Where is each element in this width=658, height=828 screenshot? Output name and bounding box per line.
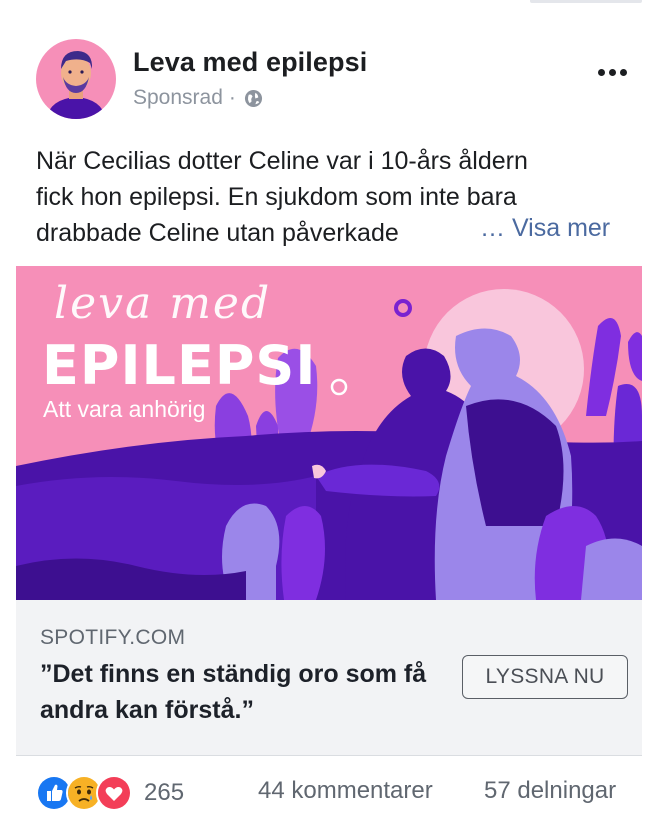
page-avatar[interactable]: [36, 39, 116, 119]
listen-now-button[interactable]: LYSSNA NU: [462, 655, 628, 699]
post-text-line: fick hon epilepsi. En sjukdom som inte b…: [36, 183, 517, 211]
comments-count-link[interactable]: 44 kommentarer: [258, 777, 433, 805]
avatar-illustration: [36, 39, 116, 119]
link-preview[interactable]: SPOTIFY.COM ”Det finns en ständig oro so…: [16, 600, 642, 756]
separator-dot: ·: [228, 86, 236, 109]
link-headline[interactable]: ”Det finns en ständig oro som få andra k…: [40, 656, 440, 728]
see-more-link[interactable]: … Visa mer: [480, 214, 610, 243]
hero-title: EPILEPSI: [42, 334, 317, 397]
more-options-icon[interactable]: [592, 58, 632, 86]
page-name-link[interactable]: Leva med epilepsi: [133, 47, 367, 78]
shares-count-link[interactable]: 57 delningar: [484, 777, 616, 805]
sponsored-text: Sponsrad: [133, 86, 223, 109]
sponsored-label: Sponsrad ·: [133, 86, 263, 110]
hero-subtitle: Att vara anhörig: [43, 396, 206, 422]
love-icon: [96, 775, 132, 811]
reactions-summary[interactable]: 265: [36, 775, 184, 811]
globe-icon: [244, 89, 263, 108]
hero-script-title: leva med: [54, 278, 272, 329]
top-divider: [530, 0, 642, 3]
reaction-count: 265: [144, 779, 185, 806]
ad-image[interactable]: leva med EPILEPSI Att vara anhörig: [16, 266, 642, 600]
post-text-line: När Cecilias dotter Celine var i 10-års …: [36, 147, 528, 175]
link-domain: SPOTIFY.COM: [40, 626, 186, 649]
